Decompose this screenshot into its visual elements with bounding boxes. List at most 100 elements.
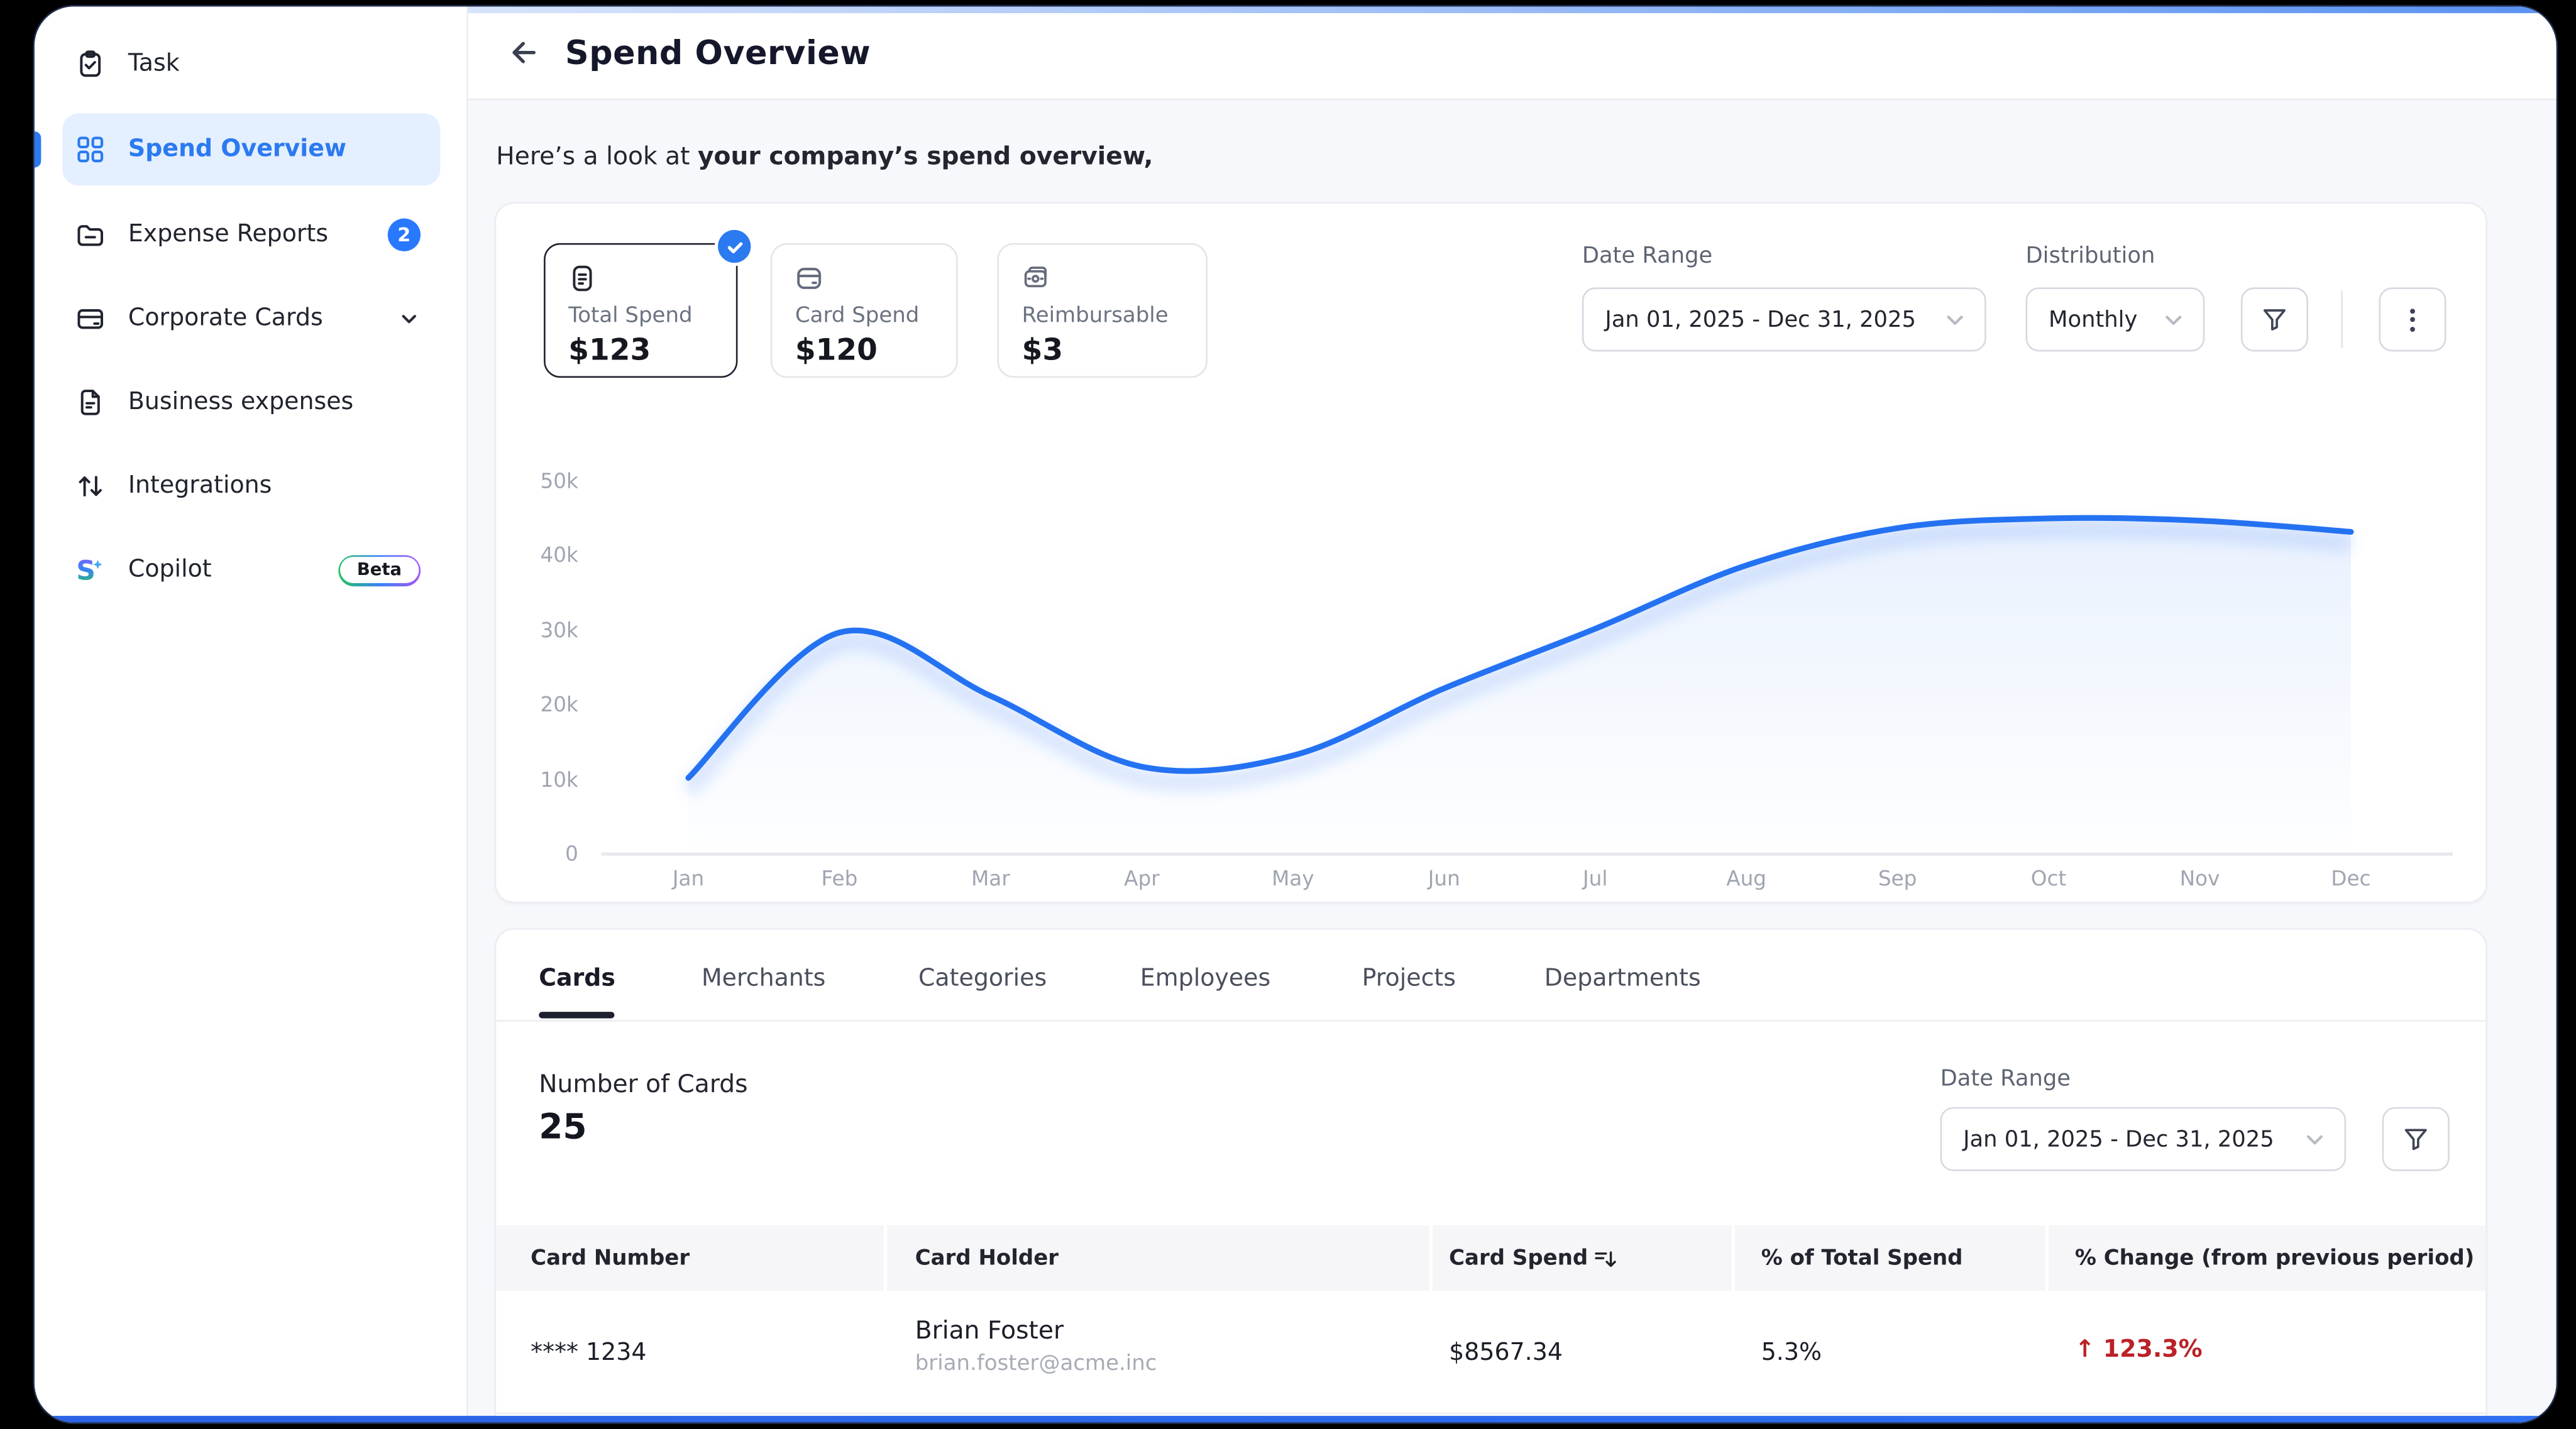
x-axis-tick: Jan bbox=[639, 865, 738, 890]
arrow-up-icon: ↑ bbox=[2075, 1337, 2095, 1364]
sidebar-item-label: Integrations bbox=[128, 473, 272, 500]
expense-reports-count-badge: 2 bbox=[388, 219, 421, 251]
chevron-down-icon bbox=[2302, 1126, 2328, 1153]
column-card-holder[interactable]: Card Holder bbox=[915, 1225, 1059, 1291]
number-of-cards-label: Number of Cards bbox=[539, 1070, 747, 1099]
x-axis-tick: Jun bbox=[1395, 865, 1494, 890]
header-separator bbox=[1732, 1225, 1735, 1291]
breakdown-panel: Cards Merchants Categories Employees Pro… bbox=[495, 928, 2487, 1423]
stat-card-total-spend[interactable]: Total Spend $123 bbox=[544, 243, 737, 378]
cell-card-spend: $8567.34 bbox=[1449, 1340, 1563, 1367]
sidebar-item-label: Corporate Cards bbox=[128, 305, 323, 332]
sort-descending-icon bbox=[1593, 1246, 1617, 1271]
cell-pct-of-total: 5.3% bbox=[1761, 1340, 1822, 1367]
stat-value: $3 bbox=[1022, 334, 1183, 368]
stat-label: Total Spend bbox=[568, 304, 713, 329]
x-axis-tick: Feb bbox=[790, 865, 889, 890]
folder-icon bbox=[75, 220, 105, 249]
tab-employees[interactable]: Employees bbox=[1140, 966, 1270, 992]
kebab-menu-icon bbox=[2410, 308, 2415, 331]
clipboard-check-icon bbox=[75, 49, 105, 79]
stat-card-reimbursable[interactable]: Reimbursable $3 bbox=[997, 243, 1208, 378]
page-header: Spend Overview bbox=[468, 6, 2557, 100]
date-range-dropdown[interactable]: Jan 01, 2025 - Dec 31, 2025 bbox=[1582, 287, 1986, 351]
sidebar-item-business-expenses[interactable]: Business expenses bbox=[62, 366, 440, 439]
column-pct-change[interactable]: % Change (from previous period) bbox=[2075, 1225, 2474, 1291]
card-holder-name: Brian Foster bbox=[915, 1316, 1157, 1345]
document-icon bbox=[75, 388, 105, 417]
selected-check-icon bbox=[718, 230, 751, 263]
cell-card-number: **** 1234 bbox=[531, 1340, 646, 1367]
date-range-label: Date Range bbox=[1582, 243, 1712, 270]
main-area: Spend Overview Here’s a look at your com… bbox=[468, 6, 2557, 1422]
spend-overview-panel: Total Spend $123 Card Spend $120 bbox=[495, 202, 2487, 903]
back-button[interactable] bbox=[506, 35, 542, 71]
sidebar-item-task[interactable]: Task bbox=[62, 28, 440, 100]
cell-pct-change: ↑ 123.3% bbox=[2075, 1337, 2203, 1364]
window-bottom-accent bbox=[35, 1416, 2557, 1422]
controls-divider bbox=[2341, 291, 2343, 348]
chevron-down-icon bbox=[2160, 306, 2187, 332]
window-top-accent bbox=[468, 6, 2557, 13]
grid-icon bbox=[75, 134, 105, 164]
greeting-text: Here’s a look at your company’s spend ov… bbox=[496, 141, 1153, 171]
filter-button[interactable] bbox=[2382, 1107, 2450, 1171]
column-card-spend[interactable]: Card Spend bbox=[1449, 1225, 1617, 1291]
sidebar-item-spend-overview[interactable]: Spend Overview bbox=[62, 113, 440, 185]
table-row[interactable]: **** 1234 Brian Foster brian.foster@acme… bbox=[496, 1291, 2485, 1414]
x-axis-tick: Sep bbox=[1848, 865, 1947, 890]
x-axis-tick: May bbox=[1243, 865, 1342, 890]
tab-departments[interactable]: Departments bbox=[1544, 966, 1701, 992]
credit-card-icon bbox=[75, 304, 105, 334]
date-range-label: Date Range bbox=[1940, 1066, 2071, 1092]
date-range-dropdown[interactable]: Jan 01, 2025 - Dec 31, 2025 bbox=[1940, 1107, 2347, 1171]
active-tab-indicator bbox=[539, 1012, 614, 1017]
screen: Task Spend Overview Expense Reports 2 bbox=[0, 0, 2576, 1429]
sidebar-item-label: Expense Reports bbox=[128, 222, 328, 248]
tab-categories[interactable]: Categories bbox=[918, 966, 1047, 992]
stat-label: Reimbursable bbox=[1022, 304, 1183, 329]
column-card-number[interactable]: Card Number bbox=[531, 1225, 690, 1291]
header-separator bbox=[2045, 1225, 2049, 1291]
sidebar-item-label: Business expenses bbox=[128, 389, 353, 415]
tab-projects[interactable]: Projects bbox=[1362, 966, 1456, 992]
stat-card-card-spend[interactable]: Card Spend $120 bbox=[771, 243, 958, 378]
x-axis-tick: Nov bbox=[2150, 865, 2249, 890]
tab-merchants[interactable]: Merchants bbox=[702, 966, 825, 992]
sidebar-item-copilot[interactable]: S Copilot Beta bbox=[62, 534, 440, 606]
sidebar-item-label: Spend Overview bbox=[128, 136, 346, 163]
tab-cards[interactable]: Cards bbox=[539, 966, 615, 992]
stat-value: $120 bbox=[795, 334, 933, 368]
cell-card-holder: Brian Foster brian.foster@acme.inc bbox=[915, 1316, 1157, 1377]
sidebar-item-expense-reports[interactable]: Expense Reports 2 bbox=[62, 199, 440, 271]
chevron-down-icon[interactable] bbox=[397, 307, 421, 331]
page-title: Spend Overview bbox=[565, 33, 871, 72]
column-pct-of-total[interactable]: % of Total Spend bbox=[1761, 1225, 1963, 1291]
x-axis-tick: Oct bbox=[2000, 865, 2098, 890]
chevron-down-icon bbox=[1942, 306, 1968, 332]
header-separator bbox=[1429, 1225, 1433, 1291]
banknote-icon bbox=[1022, 265, 1183, 292]
x-axis-tick: Mar bbox=[942, 865, 1040, 890]
sidebar-item-corporate-cards[interactable]: Corporate Cards bbox=[62, 283, 440, 355]
more-options-button[interactable] bbox=[2379, 287, 2446, 351]
sidebar-item-label: Copilot bbox=[128, 557, 212, 583]
x-axis-tick: Jul bbox=[1546, 865, 1644, 890]
filter-button[interactable] bbox=[2241, 287, 2308, 351]
distribution-label: Distribution bbox=[2025, 243, 2155, 270]
credit-card-icon bbox=[795, 265, 933, 292]
receipt-icon bbox=[568, 265, 713, 292]
x-axis-line bbox=[602, 853, 2453, 855]
card-holder-email: brian.foster@acme.inc bbox=[915, 1352, 1157, 1376]
sidebar: Task Spend Overview Expense Reports 2 bbox=[35, 6, 468, 1422]
active-accent-bar bbox=[35, 131, 41, 168]
svg-text:S: S bbox=[76, 555, 95, 586]
x-axis-tick: Dec bbox=[2302, 865, 2401, 890]
distribution-dropdown[interactable]: Monthly bbox=[2025, 287, 2204, 351]
sidebar-item-integrations[interactable]: Integrations bbox=[62, 450, 440, 522]
app-window: Task Spend Overview Expense Reports 2 bbox=[35, 6, 2557, 1422]
tabs-divider bbox=[496, 1020, 2485, 1022]
x-axis-tick: Aug bbox=[1697, 865, 1796, 890]
table-header: Card Number Card Holder Card Spend % of … bbox=[496, 1225, 2485, 1291]
funnel-icon bbox=[2402, 1125, 2430, 1153]
